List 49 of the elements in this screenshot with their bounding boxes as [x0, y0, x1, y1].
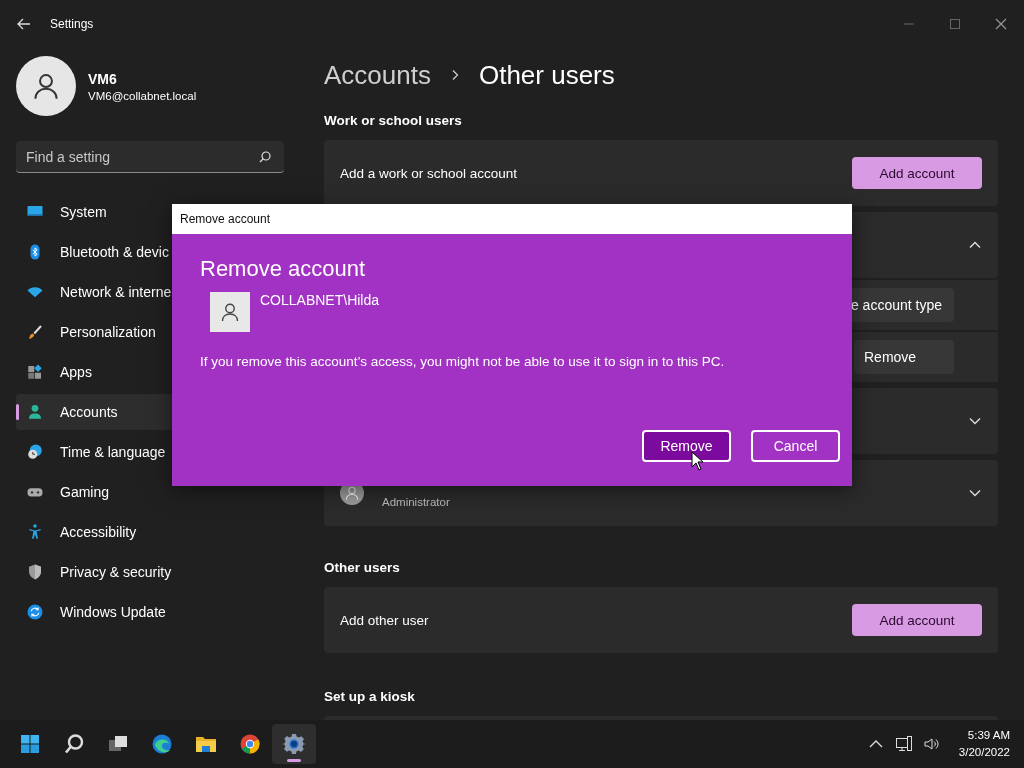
dialog-title: Remove account [180, 212, 271, 226]
globe-clock-icon [26, 443, 44, 461]
account-option-button[interactable]: Remove [854, 340, 954, 374]
profile-email: VM6@collabnet.local [88, 89, 197, 102]
update-icon [26, 603, 44, 621]
shield-icon [26, 563, 44, 581]
clock-time[interactable]: 5:39 AM [958, 727, 1010, 744]
add-account-button[interactable]: Add account [852, 604, 982, 636]
mouse-pointer-icon [691, 451, 704, 471]
user-name: COLLABNET\Hilda [260, 292, 380, 310]
network-icon[interactable] [894, 735, 913, 753]
user-avatar-icon [210, 292, 250, 332]
card-label: Add other user [340, 612, 429, 628]
brush-icon [26, 323, 44, 341]
section-heading: Other users [324, 559, 401, 577]
search-icon [62, 732, 86, 756]
nav-item[interactable]: Windows Update [16, 594, 316, 630]
breadcrumb-parent[interactable]: Accounts [324, 59, 431, 91]
section-heading: Set up a kiosk [324, 688, 416, 706]
window-title: Settings [50, 17, 94, 31]
dialog-heading: Remove account [200, 256, 367, 282]
profile-avatar-icon [16, 56, 76, 116]
nav-item[interactable]: Accessibility [16, 514, 316, 550]
search-field[interactable]: Find a setting [16, 141, 284, 173]
back-arrow-icon[interactable] [16, 16, 32, 32]
start-icon [18, 732, 42, 756]
person-icon [26, 403, 44, 421]
nav-item[interactable]: Privacy & security [16, 554, 316, 590]
volume-icon[interactable] [922, 735, 941, 753]
dialog-button[interactable]: Remove [642, 430, 731, 462]
nav-item[interactable]: Time & language [16, 434, 316, 470]
dialog-button[interactable]: Cancel [751, 430, 840, 462]
nav-item[interactable]: Gaming [16, 474, 316, 510]
clock-date[interactable]: 3/20/2022 [958, 744, 1010, 761]
accessibility-icon [26, 523, 44, 541]
account-type-label: Administrator [382, 496, 450, 508]
chrome-icon [238, 732, 262, 756]
card-label: Add a work or school account [340, 165, 518, 181]
apps-icon [26, 363, 44, 381]
profile-name: VM6 [88, 70, 118, 87]
browser-icon [150, 732, 174, 756]
add-account-button[interactable]: Add account [852, 157, 982, 189]
page-title: Other users [478, 59, 615, 91]
gear-icon [282, 732, 306, 756]
section-heading: Work or school users [324, 112, 463, 130]
taskbar-app[interactable] [272, 724, 316, 764]
dialog-message: If you remove this account’s access, you might not be able to use it to sign in to this PC. [200, 354, 726, 369]
nav-item[interactable]: Personalization [16, 314, 316, 350]
search-icon[interactable] [258, 150, 272, 164]
